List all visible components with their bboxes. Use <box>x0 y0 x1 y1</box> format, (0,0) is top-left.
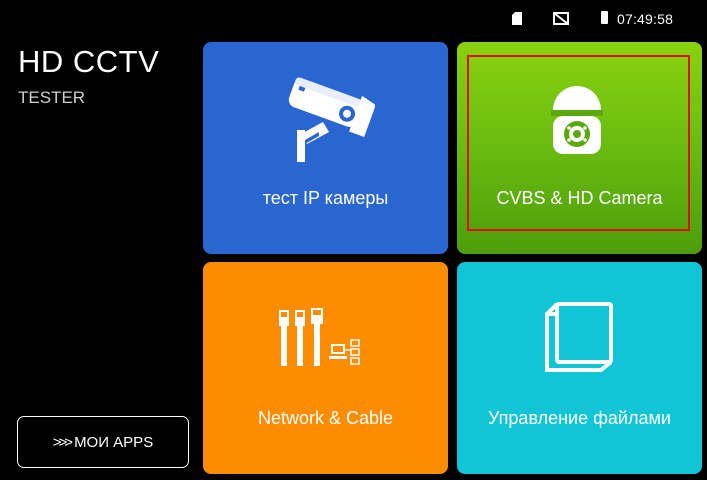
tile-network-label: Network & Cable <box>257 408 394 428</box>
my-apps-label: МОИ APPS <box>74 433 154 451</box>
tile-ip-camera-label: тест IP камеры <box>262 188 389 208</box>
cast-off-icon <box>553 12 569 25</box>
app-subtitle: TESTER <box>18 88 86 107</box>
my-apps-button[interactable]: >>> МОИ APPS <box>17 416 189 468</box>
book-icon <box>545 302 613 372</box>
home-screen: 07:49:58 HD CCTV TESTER >>> МОИ APPS тес… <box>0 0 707 480</box>
chevrons-right-icon: >>> <box>52 433 73 451</box>
network-cable-icon <box>279 308 360 366</box>
tile-network-cable[interactable]: Network & Cable <box>203 262 448 474</box>
battery-icon <box>601 11 608 24</box>
selection-highlight <box>467 55 690 231</box>
ip-camera-icon <box>288 77 375 162</box>
tile-file-manager[interactable]: Управление файлами <box>457 262 702 474</box>
sd-card-icon <box>512 12 522 25</box>
clock-time: 07:49:58 <box>617 11 674 27</box>
tile-ip-camera-test[interactable]: тест IP камеры <box>203 42 448 254</box>
app-title: HD CCTV <box>18 44 160 79</box>
status-bar: 07:49:58 <box>0 0 707 40</box>
tile-file-manager-label: Управление файлами <box>488 408 671 428</box>
